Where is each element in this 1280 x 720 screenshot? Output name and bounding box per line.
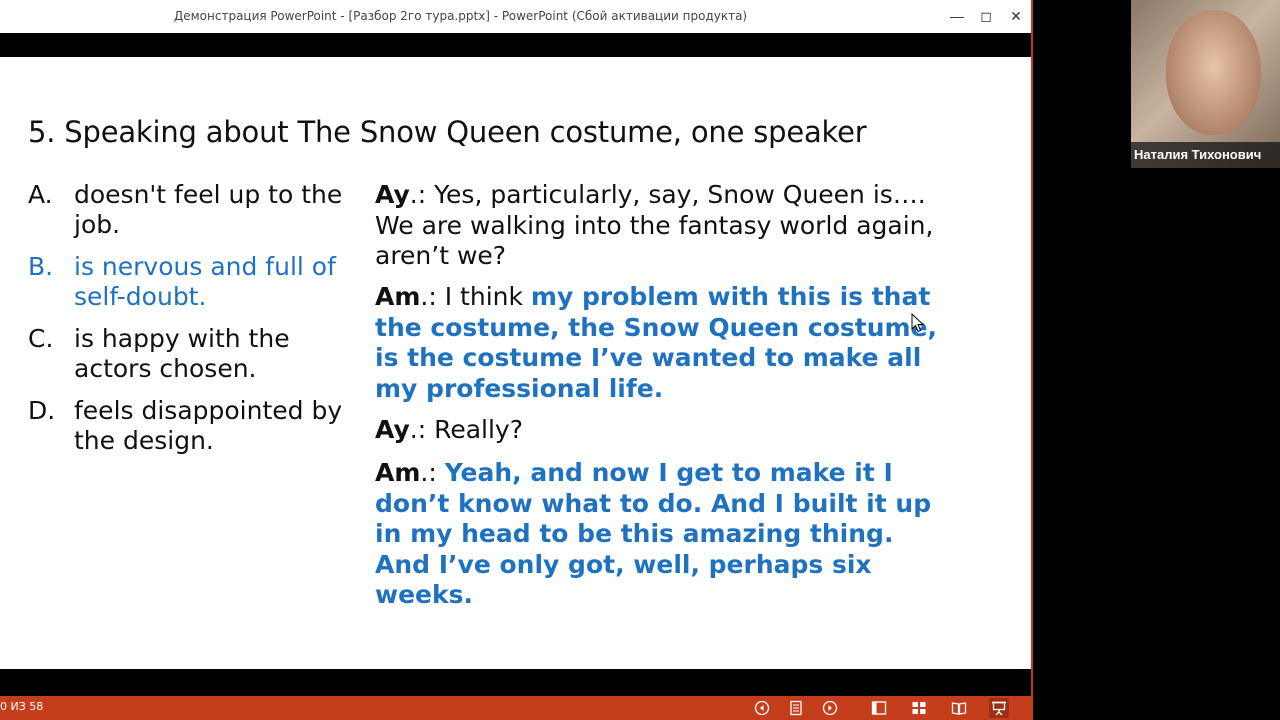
- dialogue-line: Am.: I think my problem with this is tha…: [375, 282, 955, 404]
- dialogue-line: Ay.: Really?: [375, 415, 955, 446]
- previous-icon: [754, 700, 770, 716]
- reading-view-button[interactable]: [949, 698, 969, 718]
- minimize-button[interactable]: —: [942, 4, 972, 28]
- option-text: feels disappointed by the design.: [74, 396, 343, 455]
- speaker-label: Am: [375, 282, 421, 311]
- notes-icon: [790, 700, 802, 716]
- speaker-separator: .:: [409, 180, 435, 209]
- maximize-button[interactable]: ◻: [971, 4, 1001, 28]
- slide-canvas[interactable]: 5. Speaking about The Snow Queen costume…: [0, 57, 1031, 669]
- speaker-label: Ay: [375, 180, 410, 209]
- next-icon: [822, 700, 838, 716]
- speaker-label: Ay: [375, 415, 410, 444]
- speaker-separator: .:: [420, 458, 445, 487]
- slideshow-button[interactable]: [989, 698, 1009, 718]
- notes-button[interactable]: [786, 698, 806, 718]
- option-text: doesn't feel up to the job.: [74, 180, 343, 239]
- slide-title: 5. Speaking about The Snow Queen costume…: [28, 115, 867, 149]
- slide-counter: 0 ИЗ 58: [0, 700, 44, 713]
- participant-name: Наталия Тихонович: [1131, 142, 1280, 168]
- slideshow-icon: [992, 701, 1006, 716]
- speaker-label: Am: [375, 458, 421, 487]
- letterbox-top: [0, 33, 1031, 57]
- speaker-separator: .:: [420, 282, 445, 311]
- slide-sorter-icon: [912, 702, 926, 714]
- previous-slide-button[interactable]: [752, 698, 772, 718]
- option-b: B. is nervous and full of self-doubt.: [28, 252, 358, 314]
- option-letter: B.: [28, 252, 54, 281]
- next-slide-button[interactable]: [820, 698, 840, 718]
- letterbox-bottom: [0, 669, 1031, 696]
- powerpoint-window: Демонстрация PowerPoint - [Разбор 2го ту…: [0, 0, 1033, 720]
- option-text: is nervous and full of self-doubt.: [74, 252, 336, 311]
- status-bar: 0 ИЗ 58: [0, 696, 1031, 720]
- option-letter: D.: [28, 396, 56, 425]
- participant-video: [1166, 10, 1261, 135]
- reading-view-icon: [951, 702, 967, 715]
- dialogue-text: Really?: [434, 415, 523, 444]
- option-a: A. doesn't feel up to the job.: [28, 180, 358, 242]
- normal-view-button[interactable]: [869, 698, 889, 718]
- speaker-separator: .:: [409, 415, 435, 444]
- dialogue-highlight: Yeah, and now I get to make it I don’t k…: [375, 458, 932, 609]
- window-title: Демонстрация PowerPoint - [Разбор 2го ту…: [173, 9, 748, 23]
- dialogue-text: I think: [444, 282, 531, 311]
- slide-sorter-button[interactable]: [909, 698, 929, 718]
- dialogue-text: Yes, particularly, say, Snow Queen is…. …: [375, 180, 934, 270]
- option-c: C. is happy with the actors chosen.: [28, 324, 358, 386]
- dialogue-line: Ay.: Yes, particularly, say, Snow Queen …: [375, 180, 955, 272]
- normal-view-icon: [871, 701, 887, 715]
- mouse-cursor-icon: [911, 313, 925, 333]
- title-bar: Демонстрация PowerPoint - [Разбор 2го ту…: [0, 0, 1031, 33]
- option-letter: A.: [28, 180, 53, 209]
- option-letter: C.: [28, 324, 54, 353]
- option-d: D. feels disappointed by the design.: [28, 396, 358, 458]
- option-text: is happy with the actors chosen.: [74, 324, 290, 383]
- webcam-video-tile[interactable]: Наталия Тихонович: [1131, 0, 1280, 168]
- close-button[interactable]: ✕: [1001, 4, 1031, 28]
- dialogue-line: Am.: Yeah, and now I get to make it I do…: [375, 458, 955, 611]
